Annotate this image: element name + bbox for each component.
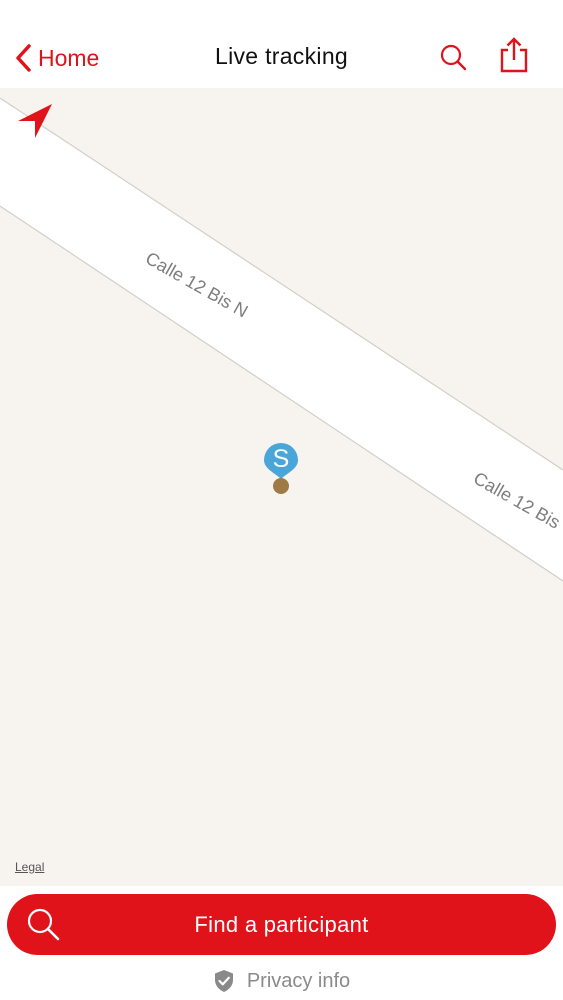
marker-letter: S [272,445,290,473]
privacy-info-link[interactable]: Privacy info [0,966,563,996]
privacy-info-label: Privacy info [246,969,351,992]
live-tracking-screen: Home Live tracking Calle 12 Bis N Calle … [0,0,563,1000]
share-icon [500,37,528,73]
locate-me-button[interactable] [16,102,54,140]
search-icon [440,44,467,71]
find-participant-button[interactable]: Find a participant [7,894,556,955]
map-view[interactable]: Calle 12 Bis N Calle 12 Bis S Legal [0,88,563,886]
location-arrow-icon [18,104,52,138]
share-button[interactable] [497,36,531,74]
page-title: Live tracking [214,43,349,69]
nav-bar: Home Live tracking [0,0,563,88]
search-button[interactable] [438,42,470,74]
legal-link[interactable]: Legal [15,860,44,874]
shield-check-icon [214,970,233,992]
participant-marker[interactable]: S [263,443,299,499]
find-participant-label: Find a participant [194,912,369,937]
